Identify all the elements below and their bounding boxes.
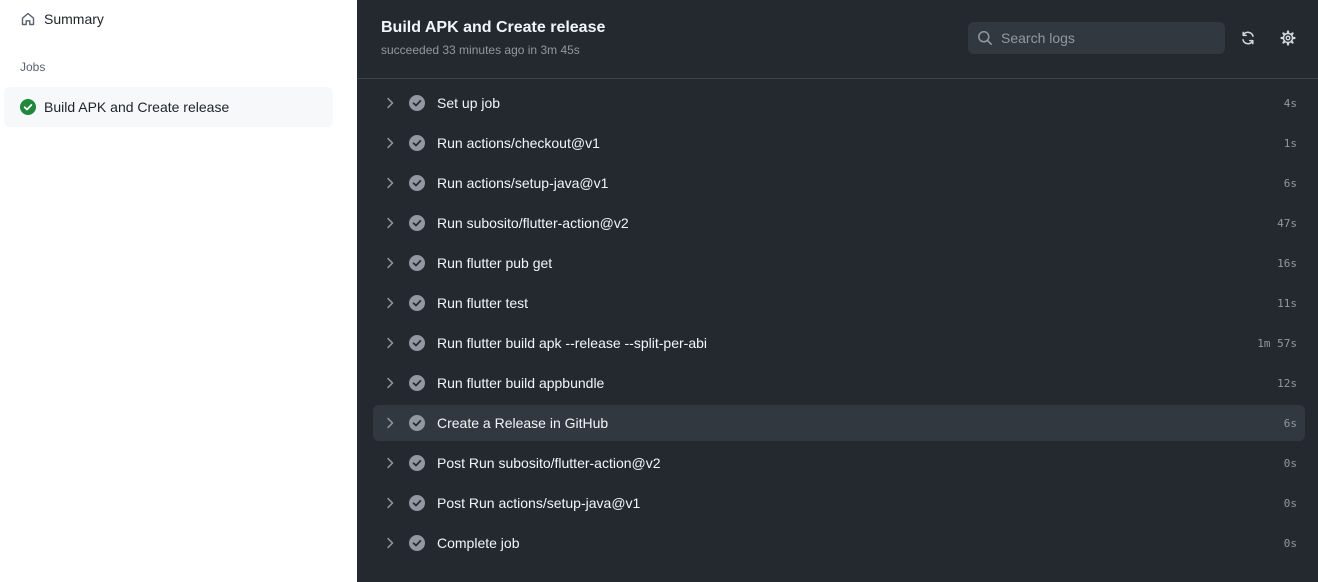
search-logs-box [968,22,1225,54]
check-circle-icon [409,455,425,471]
job-title: Build APK and Create release [381,19,606,36]
gear-icon [1280,30,1296,46]
check-circle-icon [409,415,425,431]
step-row[interactable]: Run subosito/flutter-action@v2 47s [373,205,1305,241]
step-duration: 4s [1283,96,1297,110]
step-row[interactable]: Post Run subosito/flutter-action@v2 0s [373,445,1305,481]
chevron-right-icon[interactable] [382,95,398,111]
summary-link[interactable]: Summary [12,4,332,34]
step-row[interactable]: Post Run actions/setup-java@v1 0s [373,485,1305,521]
job-status-text: succeeded 33 minutes ago in 3m 45s [381,43,580,57]
check-circle-icon [409,95,425,111]
step-name: Create a Release in GitHub [437,415,609,431]
chevron-right-icon[interactable] [382,215,398,231]
chevron-right-icon[interactable] [382,135,398,151]
step-duration: 12s [1277,376,1297,390]
check-circle-icon [409,175,425,191]
settings-button[interactable] [1274,24,1302,52]
step-name: Complete job [437,535,520,551]
step-row[interactable]: Complete job 0s [373,525,1305,561]
check-circle-icon [409,375,425,391]
step-duration: 1s [1283,136,1297,150]
check-circle-icon [409,295,425,311]
sidebar: Summary Jobs Build APK and Create releas… [0,0,357,582]
job-label: Build APK and Create release [44,99,230,115]
chevron-right-icon[interactable] [382,295,398,311]
step-name: Post Run actions/setup-java@v1 [437,495,641,511]
step-name: Run flutter build appbundle [437,375,605,391]
check-circle-icon [409,535,425,551]
search-icon [978,31,992,45]
step-duration: 1m 57s [1257,336,1297,350]
check-circle-fill-icon [20,99,36,115]
step-row[interactable]: Run actions/checkout@v1 1s [373,125,1305,161]
chevron-right-icon[interactable] [382,455,398,471]
step-name: Post Run subosito/flutter-action@v2 [437,455,661,471]
step-name: Run actions/setup-java@v1 [437,175,609,191]
step-name: Run flutter test [437,295,529,311]
step-name: Set up job [437,95,501,111]
step-name: Run subosito/flutter-action@v2 [437,215,629,231]
chevron-right-icon[interactable] [382,335,398,351]
search-logs-input[interactable] [1001,30,1211,46]
step-name: Run flutter build apk --release --split-… [437,335,707,351]
step-row[interactable]: Run flutter build apk --release --split-… [373,325,1305,361]
step-row[interactable]: Run flutter pub get 16s [373,245,1305,281]
step-row[interactable]: Run flutter build appbundle 12s [373,365,1305,401]
chevron-right-icon[interactable] [382,175,398,191]
chevron-right-icon[interactable] [382,255,398,271]
log-panel: Build APK and Create release succeeded 3… [357,0,1318,582]
check-circle-icon [409,255,425,271]
step-row[interactable]: Create a Release in GitHub 6s [373,405,1305,441]
chevron-right-icon[interactable] [382,375,398,391]
step-row[interactable]: Run flutter test 11s [373,285,1305,321]
step-duration: 16s [1277,256,1297,270]
step-duration: 0s [1283,536,1297,550]
chevron-right-icon[interactable] [382,415,398,431]
home-icon [21,12,35,26]
step-duration: 11s [1277,296,1297,310]
step-row[interactable]: Run actions/setup-java@v1 6s [373,165,1305,201]
step-duration: 47s [1277,216,1297,230]
summary-label: Summary [44,11,104,27]
step-row[interactable]: Set up job 4s [373,85,1305,121]
step-name: Run actions/checkout@v1 [437,135,600,151]
steps-list: Set up job 4s Run actions/checkout@v1 1s Run… [373,85,1305,565]
check-circle-icon [409,135,425,151]
step-duration: 0s [1283,456,1297,470]
check-circle-icon [409,335,425,351]
jobs-heading: Jobs [20,60,46,74]
step-duration: 6s [1283,176,1297,190]
step-duration: 6s [1283,416,1297,430]
job-item-build-apk[interactable]: Build APK and Create release [4,87,333,127]
chevron-right-icon[interactable] [382,535,398,551]
step-duration: 0s [1283,496,1297,510]
check-circle-icon [409,495,425,511]
sync-icon [1242,31,1254,45]
step-name: Run flutter pub get [437,255,553,271]
check-circle-icon [409,215,425,231]
log-header: Build APK and Create release succeeded 3… [357,0,1318,79]
chevron-right-icon[interactable] [382,495,398,511]
refresh-button[interactable] [1234,24,1262,52]
